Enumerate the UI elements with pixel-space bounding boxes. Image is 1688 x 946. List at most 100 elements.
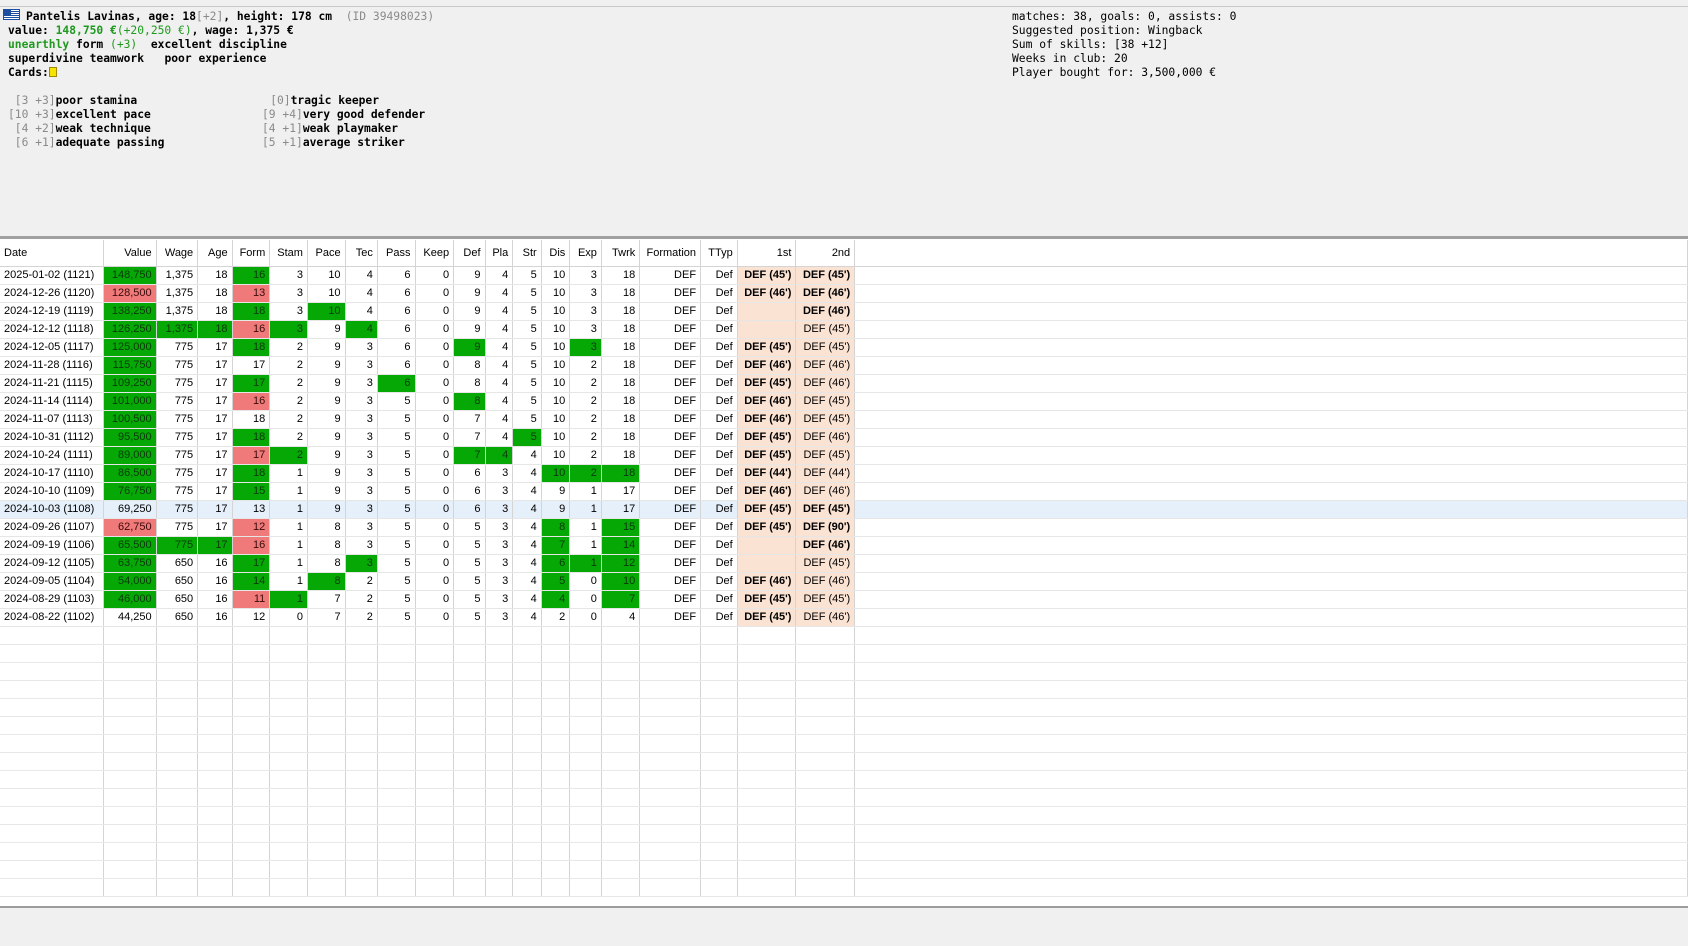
cell-stam[interactable]: 2	[269, 446, 308, 465]
cell-pla[interactable]: 3	[485, 572, 514, 591]
cell-value[interactable]: 148,750	[103, 266, 157, 285]
cell-age[interactable]: 16	[197, 590, 233, 609]
cell-dis[interactable]: 4	[541, 590, 571, 609]
cell-str[interactable]: 5	[512, 428, 542, 447]
cell-def[interactable]: 5	[453, 572, 486, 591]
cell-def[interactable]: 9	[453, 302, 486, 321]
cell-pass[interactable]: 5	[377, 392, 416, 411]
cell-pla[interactable]: 4	[485, 374, 514, 393]
cell-def[interactable]: 5	[453, 554, 486, 573]
cell-stam[interactable]: 1	[269, 464, 308, 483]
cell-form[interactable]: 17	[232, 374, 271, 393]
cell-wage[interactable]: 775	[156, 518, 199, 537]
cell-ttyp[interactable]: Def	[700, 338, 738, 357]
cell-form[interactable]: 16	[232, 536, 271, 555]
cell-wage[interactable]: 775	[156, 428, 199, 447]
cell-keep[interactable]: 0	[415, 266, 455, 285]
column-header-dis[interactable]: Dis	[541, 240, 571, 267]
cell-ttyp[interactable]: Def	[700, 464, 738, 483]
cell-twrk[interactable]: 18	[601, 374, 641, 393]
cell-1st[interactable]: DEF (45')	[737, 446, 797, 465]
cell-date[interactable]: 2024-11-21 (1115)	[0, 374, 105, 393]
cell-2nd[interactable]: DEF (45')	[795, 500, 856, 519]
cell-pass[interactable]: 6	[377, 266, 416, 285]
cell-tec[interactable]: 4	[345, 302, 378, 321]
cell-wage[interactable]: 775	[156, 482, 199, 501]
cell-def[interactable]: 6	[453, 482, 486, 501]
cell-age[interactable]: 18	[197, 320, 233, 339]
cell-dis[interactable]: 10	[541, 320, 571, 339]
cell-str[interactable]: 4	[512, 536, 542, 555]
cell-wage[interactable]: 1,375	[156, 266, 199, 285]
history-grid[interactable]: Date Value Wage Age Form Stam Pace Tec Pass Keep D…	[0, 240, 1688, 906]
cell-date[interactable]: 2024-11-07 (1113)	[0, 410, 105, 429]
cell-stam[interactable]: 3	[269, 302, 308, 321]
cell-tec[interactable]: 2	[345, 590, 378, 609]
cell-2nd[interactable]: DEF (45')	[795, 410, 856, 429]
cell-2nd[interactable]: DEF (90')	[795, 518, 856, 537]
cell-date[interactable]: 2024-10-10 (1109)	[0, 482, 105, 501]
cell-1st[interactable]: DEF (45')	[737, 608, 797, 627]
cell-1st[interactable]: DEF (45')	[737, 590, 797, 609]
cell-formation[interactable]: DEF	[639, 608, 702, 627]
cell-exp[interactable]: 3	[569, 338, 602, 357]
cell-exp[interactable]: 3	[569, 284, 602, 303]
cell-keep[interactable]: 0	[415, 590, 455, 609]
cell-pace[interactable]: 9	[307, 392, 346, 411]
cell-value[interactable]: 109,250	[103, 374, 157, 393]
cell-ttyp[interactable]: Def	[700, 554, 738, 573]
cell-pla[interactable]: 3	[485, 518, 514, 537]
table-row[interactable]: 2024-12-12 (1118) 126,250 1,375 18 16 3 9 4 6 0 9 4…	[0, 320, 1688, 339]
cell-pla[interactable]: 3	[485, 482, 514, 501]
cell-tec[interactable]: 3	[345, 500, 378, 519]
cell-dis[interactable]: 10	[541, 446, 571, 465]
cell-form[interactable]: 16	[232, 392, 271, 411]
cell-dis[interactable]: 10	[541, 392, 571, 411]
cell-age[interactable]: 17	[197, 464, 233, 483]
cell-def[interactable]: 5	[453, 590, 486, 609]
cell-pass[interactable]: 5	[377, 572, 416, 591]
cell-age[interactable]: 17	[197, 392, 233, 411]
cell-def[interactable]: 7	[453, 428, 486, 447]
column-header-keep[interactable]: Keep	[415, 240, 455, 267]
cell-twrk[interactable]: 18	[601, 320, 641, 339]
cell-date[interactable]: 2024-12-12 (1118)	[0, 320, 105, 339]
cell-tec[interactable]: 3	[345, 446, 378, 465]
cell-value[interactable]: 76,750	[103, 482, 157, 501]
cell-tec[interactable]: 2	[345, 608, 378, 627]
cell-pass[interactable]: 5	[377, 500, 416, 519]
cell-ttyp[interactable]: Def	[700, 590, 738, 609]
cell-ttyp[interactable]: Def	[700, 302, 738, 321]
cell-1st[interactable]: DEF (46')	[737, 284, 797, 303]
cell-age[interactable]: 17	[197, 446, 233, 465]
cell-pass[interactable]: 5	[377, 446, 416, 465]
cell-str[interactable]: 4	[512, 482, 542, 501]
cell-value[interactable]: 54,000	[103, 572, 157, 591]
cell-date[interactable]: 2024-09-05 (1104)	[0, 572, 105, 591]
cell-twrk[interactable]: 18	[601, 392, 641, 411]
cell-form[interactable]: 18	[232, 410, 271, 429]
cell-date[interactable]: 2024-08-29 (1103)	[0, 590, 105, 609]
cell-keep[interactable]: 0	[415, 446, 455, 465]
cell-2nd[interactable]: DEF (46')	[795, 284, 856, 303]
cell-1st[interactable]: DEF (45')	[737, 338, 797, 357]
cell-def[interactable]: 9	[453, 338, 486, 357]
cell-1st[interactable]	[737, 302, 797, 321]
cell-date[interactable]: 2024-12-26 (1120)	[0, 284, 105, 303]
cell-1st[interactable]: DEF (45')	[737, 266, 797, 285]
cell-pass[interactable]: 6	[377, 284, 416, 303]
cell-stam[interactable]: 1	[269, 482, 308, 501]
cell-formation[interactable]: DEF	[639, 482, 702, 501]
cell-ttyp[interactable]: Def	[700, 608, 738, 627]
cell-age[interactable]: 17	[197, 518, 233, 537]
cell-value[interactable]: 63,750	[103, 554, 157, 573]
cell-exp[interactable]: 2	[569, 356, 602, 375]
cell-age[interactable]: 17	[197, 500, 233, 519]
cell-keep[interactable]: 0	[415, 554, 455, 573]
cell-pass[interactable]: 6	[377, 320, 416, 339]
cell-str[interactable]: 5	[512, 338, 542, 357]
cell-ttyp[interactable]: Def	[700, 410, 738, 429]
cell-tec[interactable]: 3	[345, 536, 378, 555]
cell-formation[interactable]: DEF	[639, 536, 702, 555]
cell-str[interactable]: 5	[512, 266, 542, 285]
